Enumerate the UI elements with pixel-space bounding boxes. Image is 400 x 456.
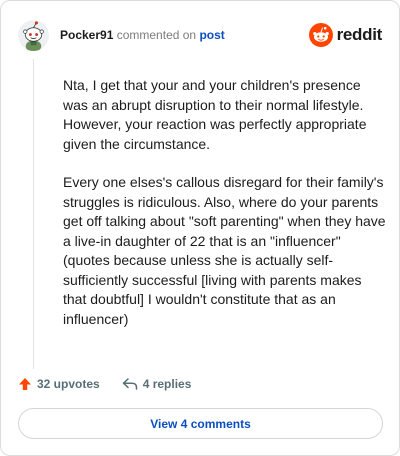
replies-button[interactable]: 4 replies	[122, 377, 192, 391]
comment-actions: 32 upvotes 4 replies	[18, 374, 191, 394]
upvote-button[interactable]: 32 upvotes	[18, 377, 100, 391]
comment-meta: Pocker91 commented on post	[60, 28, 225, 42]
username-link[interactable]: Pocker91	[60, 28, 113, 42]
reply-arrow-icon	[122, 378, 137, 390]
reddit-logo-icon	[308, 23, 333, 47]
replies-count: 4 replies	[142, 377, 192, 391]
comment-body: Nta, I get that your and your children's…	[63, 76, 388, 348]
comment-card: Pocker91 commented on post reddit Nta, I…	[0, 0, 400, 456]
action-text: commented on	[116, 28, 197, 42]
comment-paragraph: Every one elses's callous disregard for …	[63, 174, 386, 327]
comment-paragraph: Nta, I get that your and your children's…	[63, 77, 367, 152]
comment-header: Pocker91 commented on post reddit	[18, 18, 382, 52]
thread-line	[33, 59, 34, 369]
brand-wordmark: reddit	[336, 25, 383, 44]
upvote-arrow-icon	[19, 378, 31, 390]
reddit-brand[interactable]: reddit	[308, 23, 383, 47]
snoo-avatar-icon[interactable]	[18, 19, 49, 51]
post-link[interactable]: post	[199, 28, 224, 42]
view-comments-button[interactable]: View 4 comments	[18, 408, 383, 439]
upvote-count: 32 upvotes	[37, 377, 100, 391]
